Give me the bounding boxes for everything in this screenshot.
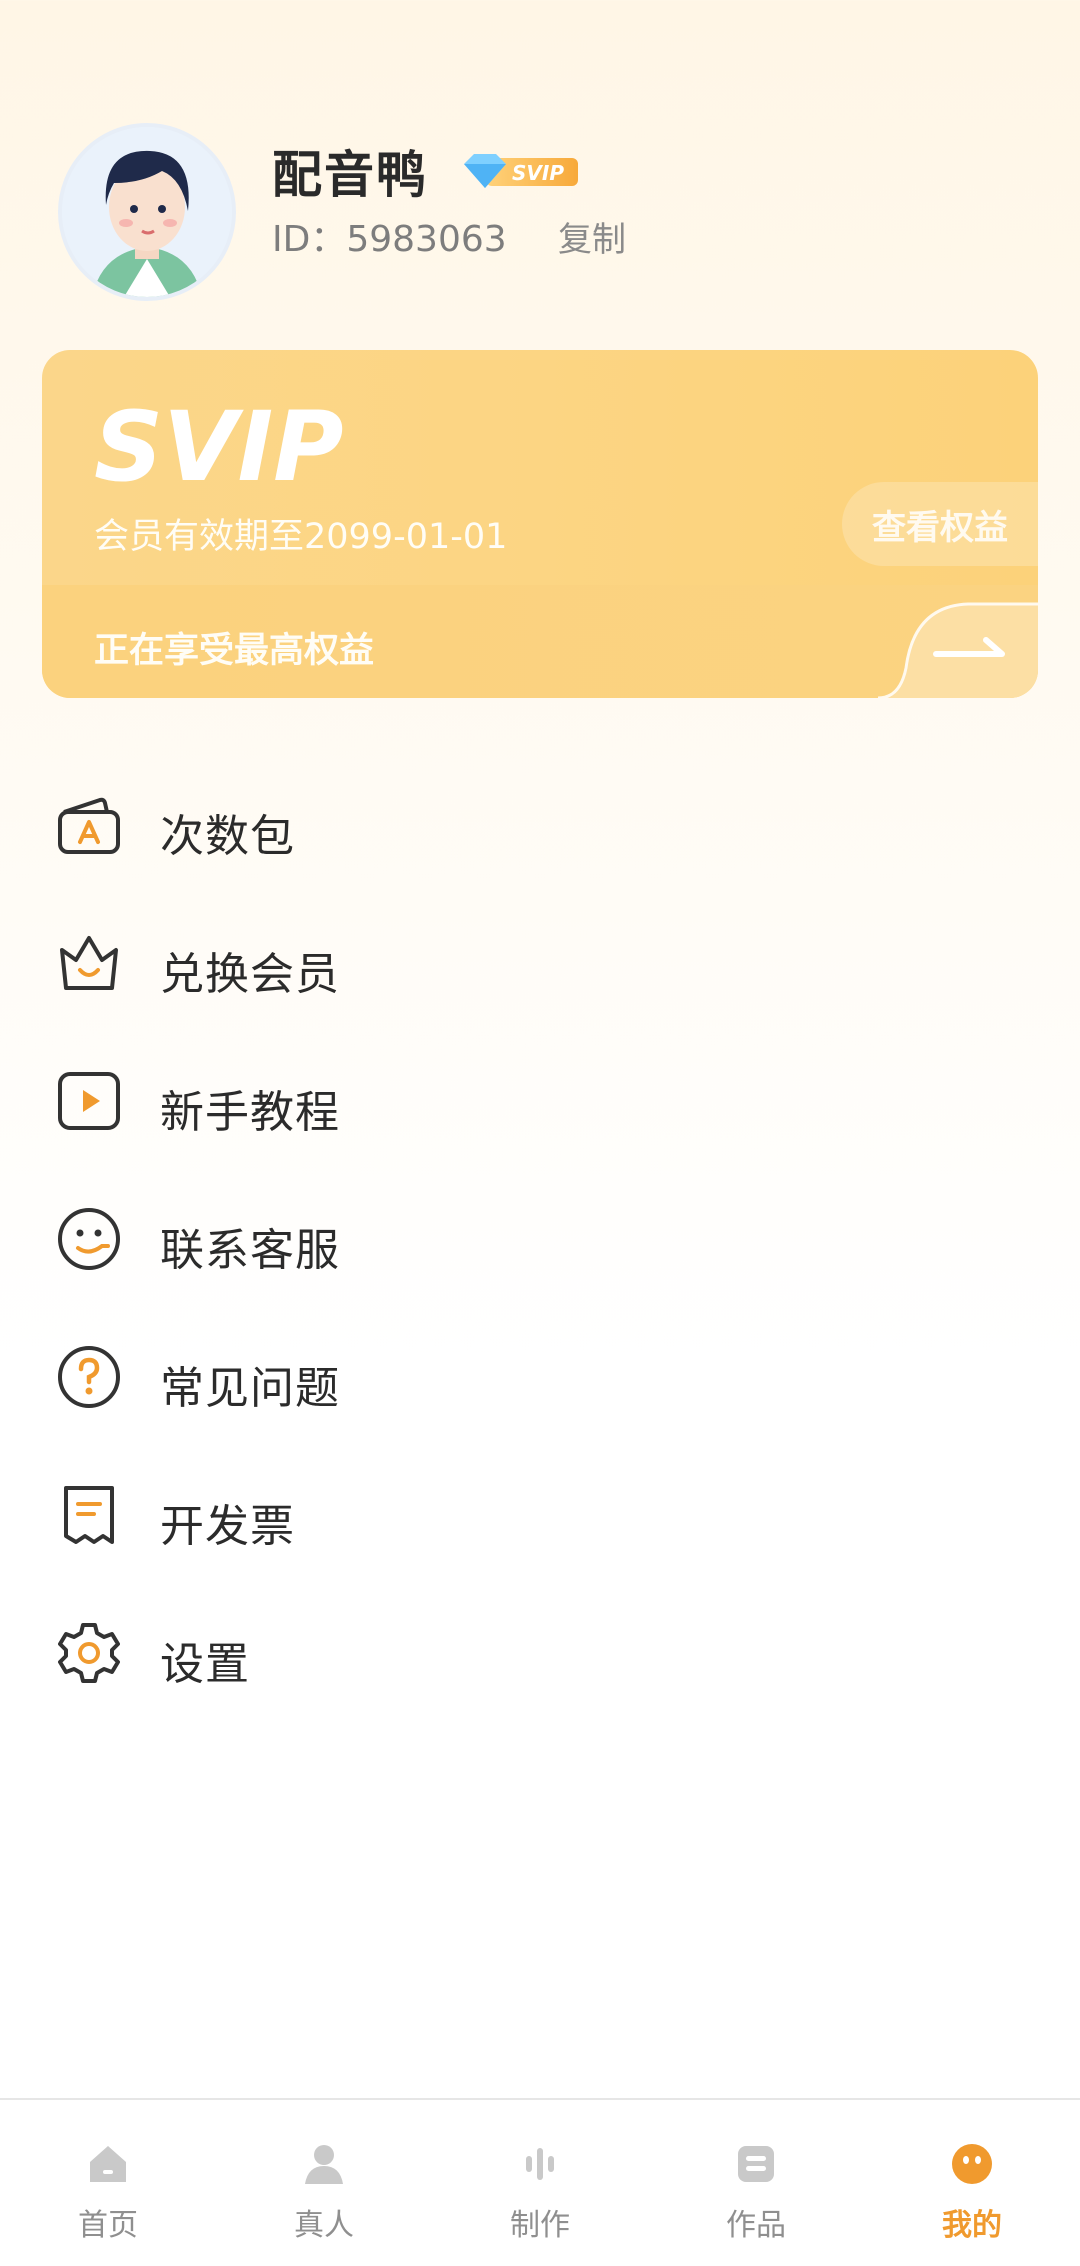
- ticket-pack-icon: [56, 792, 122, 858]
- tab-create[interactable]: 制作: [432, 2100, 648, 2266]
- tab-home[interactable]: 首页: [0, 2100, 216, 2266]
- menu-item-ticket-pack[interactable]: 次数包: [50, 770, 1030, 880]
- card-arrow-button[interactable]: [877, 598, 1038, 698]
- tab-label: 首页: [78, 2208, 138, 2243]
- tab-works[interactable]: 作品: [648, 2100, 864, 2266]
- menu-label: 次数包: [160, 811, 295, 862]
- home-icon: [86, 2142, 130, 2186]
- svip-badge: SVIP: [460, 150, 580, 192]
- menu-item-invoice[interactable]: 开发票: [50, 1460, 1030, 1570]
- menu-item-customer-service[interactable]: 联系客服: [50, 1184, 1030, 1294]
- tab-label: 我的: [942, 2208, 1002, 2243]
- tab-real-person[interactable]: 真人: [216, 2100, 432, 2266]
- tab-label: 制作: [510, 2208, 570, 2243]
- gear-icon: [56, 1620, 122, 1686]
- menu-label: 设置: [160, 1639, 250, 1690]
- view-rights-button[interactable]: 查看权益: [842, 482, 1038, 566]
- play-tutorial-icon: [56, 1068, 122, 1134]
- bottom-tab-bar: 首页 真人 制作 作品 我的: [0, 2098, 1080, 2266]
- question-icon: [56, 1344, 122, 1410]
- menu-item-tutorial[interactable]: 新手教程: [50, 1046, 1030, 1156]
- tab-label: 真人: [294, 2208, 354, 2243]
- person-icon: [302, 2142, 346, 2186]
- menu-label: 兑换会员: [160, 949, 340, 1000]
- membership-status-text: 正在享受最高权益: [94, 631, 375, 671]
- svip-logo: SVIP: [94, 391, 384, 503]
- svip-badge-text: SVIP: [512, 161, 564, 185]
- tab-label: 作品: [726, 2208, 786, 2243]
- user-id: ID：5983063: [272, 219, 507, 260]
- menu-label: 开发票: [160, 1501, 295, 1552]
- menu-label: 常见问题: [160, 1363, 340, 1414]
- menu-label: 新手教程: [160, 1087, 340, 1138]
- menu-item-redeem-membership[interactable]: 兑换会员: [50, 908, 1030, 1018]
- invoice-icon: [56, 1482, 122, 1548]
- me-icon: [950, 2142, 994, 2186]
- username: 配音鸭: [272, 146, 428, 204]
- menu-item-settings[interactable]: 设置: [50, 1598, 1030, 1708]
- crown-icon: [56, 930, 122, 996]
- audio-wave-icon: [518, 2142, 562, 2186]
- copy-id-button[interactable]: 复制: [558, 212, 626, 261]
- membership-expire-text: 会员有效期至2099-01-01: [94, 517, 508, 557]
- svip-logo-text: SVIP: [94, 398, 344, 498]
- membership-card[interactable]: SVIP 会员有效期至2099-01-01 查看权益 正在享受最高权益: [42, 350, 1038, 698]
- menu-label: 联系客服: [160, 1225, 340, 1276]
- tab-me[interactable]: 我的: [864, 2100, 1080, 2266]
- customer-service-icon: [56, 1206, 122, 1272]
- avatar[interactable]: [58, 123, 236, 301]
- menu-item-faq[interactable]: 常见问题: [50, 1322, 1030, 1432]
- works-icon: [734, 2142, 778, 2186]
